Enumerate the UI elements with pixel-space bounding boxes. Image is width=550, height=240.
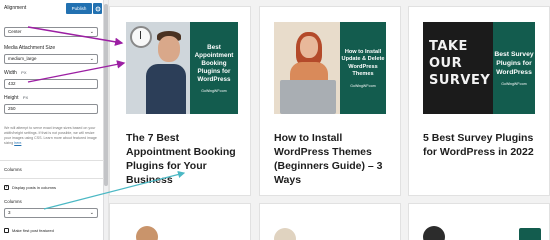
- display-posts-in-columns-checkbox[interactable]: [4, 184, 9, 190]
- width-label-text: Width: [4, 70, 17, 76]
- laptop-icon: [280, 80, 336, 114]
- alignment-label: Alignment: [4, 5, 27, 11]
- divider: [0, 160, 104, 161]
- media-size-label: Media Attachment Size: [4, 45, 56, 51]
- editor-screenshot: Publish Alignment Center ⌄ Media Attachm…: [0, 0, 550, 240]
- image-text-panel: Best Survey Plugins for WordPress GoWing…: [493, 22, 535, 114]
- height-label-text: Height: [4, 95, 19, 101]
- person-face: [300, 36, 318, 58]
- gear-icon: [95, 6, 100, 11]
- image-panel-text: How to Install Update & Delete WordPress…: [341, 48, 385, 78]
- featured-image[interactable]: Best Appointment Booking Plugins for Wor…: [126, 22, 238, 114]
- post-title[interactable]: 5 Best Survey Plugins for WordPress in 2…: [423, 131, 541, 159]
- image-text-panel: How to Install Update & Delete WordPress…: [340, 22, 386, 114]
- height-unit: PX: [22, 95, 29, 100]
- columns-value: 3: [8, 210, 11, 215]
- image-panel-brand: GoWingWP.com: [350, 83, 376, 88]
- chevron-down-icon: ⌄: [89, 56, 94, 62]
- chevron-down-icon: ⌄: [89, 29, 94, 35]
- make-first-post-featured-checkbox[interactable]: [4, 228, 9, 233]
- height-label: Height PX: [4, 95, 28, 101]
- settings-button[interactable]: [93, 3, 102, 14]
- display-posts-in-columns-label: Display posts in columns: [12, 185, 57, 190]
- post-title[interactable]: How to Install WordPress Themes (Beginne…: [274, 131, 394, 187]
- width-unit: PX: [21, 70, 27, 75]
- person-body: [146, 64, 186, 114]
- alignment-value: Center: [8, 29, 22, 34]
- help-text-end: .: [21, 141, 23, 145]
- featured-image[interactable]: TAKE OUR SURVEY Best Survey Plugins for …: [423, 22, 535, 114]
- post-card[interactable]: TAKE OUR SURVEY Best Survey Plugins for …: [408, 6, 550, 196]
- post-title[interactable]: The 7 Best Appointment Booking Plugins f…: [126, 131, 246, 187]
- person-face: [158, 36, 180, 62]
- post-card-partial[interactable]: [259, 203, 401, 240]
- image-panel-brand: GoWingWP.com: [201, 88, 227, 93]
- media-size-select[interactable]: medium_large ⌄: [4, 54, 98, 64]
- image-size-help-text: We will attempt to serve exact image siz…: [4, 126, 98, 146]
- height-input[interactable]: 250: [4, 104, 98, 114]
- make-first-post-featured-label: Make first post featured: [12, 228, 54, 233]
- image-survey-text: TAKE OUR SURVEY: [429, 39, 491, 88]
- width-label: Width PX: [4, 70, 27, 76]
- scrollbar-thumb[interactable]: [104, 4, 108, 186]
- media-size-value: medium_large: [8, 56, 37, 61]
- image-panel-text: Best Appointment Booking Plugins for Wor…: [194, 43, 234, 83]
- publish-button[interactable]: Publish: [66, 3, 92, 14]
- post-card[interactable]: Best Appointment Booking Plugins for Wor…: [109, 6, 251, 196]
- width-input[interactable]: 432: [4, 79, 98, 89]
- partial-image: [423, 226, 445, 240]
- image-panel-brand: GoWingWP.com: [501, 82, 527, 86]
- featured-image[interactable]: How to Install Update & Delete WordPress…: [274, 22, 386, 114]
- partial-image: [274, 228, 296, 240]
- columns-label: Columns: [4, 199, 22, 204]
- alignment-select[interactable]: Center ⌄: [4, 27, 98, 37]
- image-text-panel: Best Appointment Booking Plugins for Wor…: [190, 22, 238, 114]
- columns-select[interactable]: 3 ⌄: [4, 208, 98, 218]
- post-card-partial[interactable]: [408, 203, 550, 240]
- chevron-down-icon: ⌄: [89, 210, 94, 216]
- partial-image: [136, 226, 158, 240]
- partial-image: [519, 228, 541, 240]
- block-settings-sidebar: Publish Alignment Center ⌄ Media Attachm…: [0, 0, 104, 240]
- clock-icon: [130, 26, 152, 48]
- image-panel-text: Best Survey Plugins for WordPress: [494, 51, 534, 76]
- columns-section-title[interactable]: Columns: [4, 167, 22, 172]
- post-card-partial[interactable]: [109, 203, 251, 240]
- post-card[interactable]: How to Install Update & Delete WordPress…: [259, 6, 401, 196]
- divider: [0, 178, 104, 179]
